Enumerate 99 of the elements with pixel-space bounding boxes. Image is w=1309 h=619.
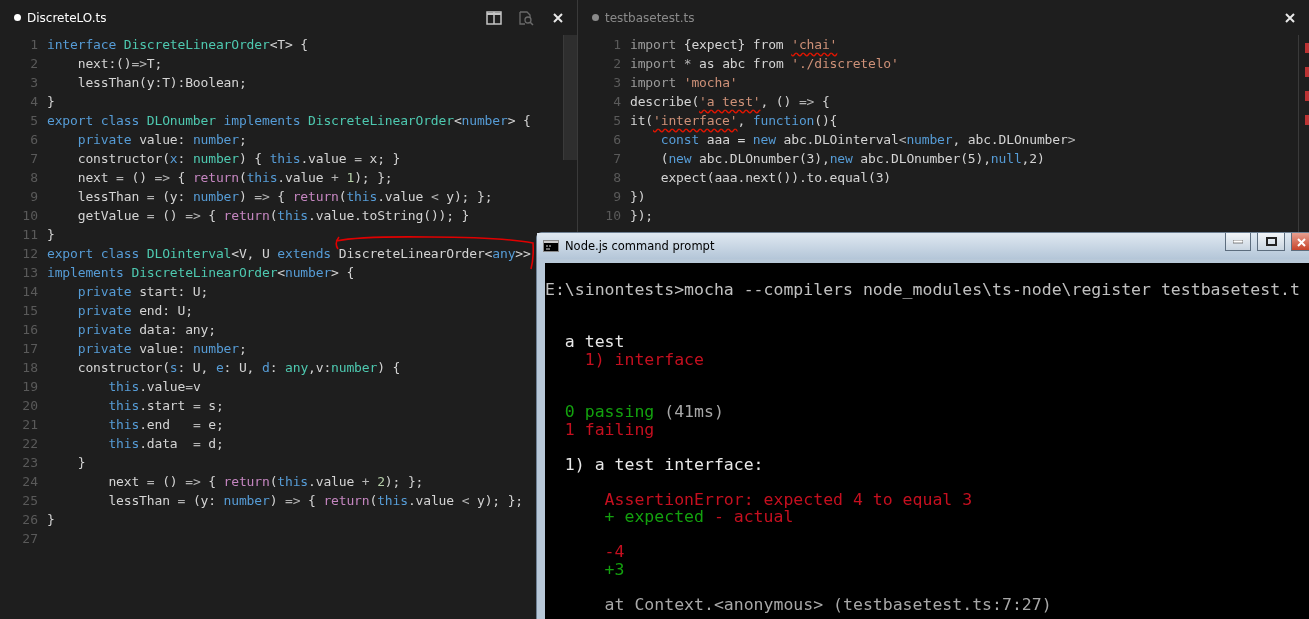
console-text: 1 failing — [563, 420, 655, 438]
console-text: 0 passing — [563, 403, 655, 421]
line-number: 6 — [29, 132, 39, 147]
code-line: constructor(s: U, e: U, d: any,v:number) { — [76, 360, 401, 375]
maximize-icon — [1265, 237, 1277, 246]
line-number: 27 — [21, 531, 39, 546]
code-line: export class DLOinterval<V, U extends DiscreteLinearOrder<any>> — [47, 246, 531, 261]
line-number: 19 — [21, 379, 39, 394]
code-line: next = () => { return(this.value + 1); }; — [76, 170, 393, 185]
console-text: a test — [563, 333, 625, 351]
code-line: lessThan = (y: number) => { return(this.value < y); }; — [107, 493, 524, 508]
code-line: private start: U; — [76, 284, 209, 299]
code-line: import {expect} from 'chai' — [630, 37, 838, 52]
code-line: export class DLOnumber implements DiscreteLinearOrder<number> { — [47, 113, 531, 128]
window-title: Node.js command prompt — [565, 239, 716, 253]
console-text: at Context.<anonymous> (testbasetest.ts:7:27) — [603, 595, 1052, 613]
line-number: 2 — [29, 56, 39, 71]
code-line: } — [47, 94, 55, 109]
code-line: private value: number; — [76, 341, 247, 356]
line-number: 21 — [21, 417, 39, 432]
code-line: describe('a test', () => { — [630, 94, 830, 109]
code-line: import * as abc from './discretelo' — [630, 56, 899, 71]
line-number: 1 — [612, 37, 622, 52]
code-line: getValue = () => { return(this.value.toString()); } — [76, 208, 470, 223]
code-line: } — [47, 512, 55, 527]
line-number: 9 — [29, 189, 39, 204]
line-number: 10 — [21, 208, 39, 223]
console-text: + expected — [603, 508, 704, 526]
line-number: 24 — [21, 474, 39, 489]
minimize-icon — [1233, 239, 1243, 244]
line-number: 26 — [21, 512, 39, 527]
close-icon — [1295, 236, 1306, 247]
tab-title[interactable]: testbasetest.ts — [605, 10, 1267, 25]
code-line: private end: U; — [76, 303, 193, 318]
line-number: 3 — [612, 75, 622, 90]
line-number: 22 — [21, 436, 39, 451]
code-line: expect(aaa.next()).to.equal(3) — [659, 170, 891, 185]
line-number: 11 — [21, 227, 39, 242]
code-line: this.value=v — [107, 379, 201, 394]
console-text: E:\sinontests>mocha --compilers node_modules\ts-node\register testbasetest.t — [545, 280, 1300, 298]
console-text: 1) interface — [583, 350, 704, 368]
console-text: - actual — [712, 508, 794, 526]
line-number: 14 — [21, 284, 39, 299]
console-text: 1) a test interface: — [563, 455, 764, 473]
console-text: (41ms) — [663, 403, 724, 421]
line-number: 12 — [21, 246, 39, 261]
line-number: 1 — [29, 37, 39, 52]
code-line: next:()=>T; — [76, 56, 163, 71]
code-line: interface DiscreteLinearOrder<T> { — [47, 37, 309, 52]
line-number: 10 — [604, 208, 622, 223]
tab-title[interactable]: DiscreteLO.ts — [27, 10, 471, 25]
split-editor-icon[interactable] — [485, 8, 503, 27]
line-number: 7 — [29, 151, 39, 166]
code-line: this.start = s; — [107, 398, 224, 413]
code-line: const aaa = new abc.DLOinterval<number, abc.DLOnumber> — [659, 132, 1076, 147]
code-line: }); — [630, 208, 654, 223]
line-number: 15 — [21, 303, 39, 318]
line-number: 20 — [21, 398, 39, 413]
line-number: 4 — [612, 94, 622, 109]
line-number: 7 — [612, 151, 622, 166]
code-line: lessThan(y:T):Boolean; — [76, 75, 247, 90]
line-number: 23 — [21, 455, 39, 470]
line-number: 8 — [29, 170, 39, 185]
document-search-icon[interactable] — [517, 8, 535, 27]
line-number: 16 — [21, 322, 39, 337]
code-line: import 'mocha' — [630, 75, 738, 90]
minimize-button[interactable] — [1225, 233, 1251, 251]
line-number: 4 — [29, 94, 39, 109]
code-line: it('interface', function(){ — [630, 113, 838, 128]
code-line: lessThan = (y: number) => { return(this.value < y); }; — [76, 189, 493, 204]
line-number: 3 — [29, 75, 39, 90]
console-icon — [543, 240, 559, 252]
line-number: 17 — [21, 341, 39, 356]
console-text: AssertionError: expected 4 to equal 3 — [603, 490, 973, 508]
code-line: this.end = e; — [107, 417, 224, 432]
code-line: implements DiscreteLinearOrder<number> { — [47, 265, 355, 280]
code-line: constructor(x: number) { this.value = x; } — [76, 151, 401, 166]
line-number: 8 — [612, 170, 622, 185]
line-number: 13 — [21, 265, 39, 280]
maximize-button[interactable] — [1257, 233, 1285, 251]
line-number: 5 — [612, 113, 622, 128]
console-text: -4 — [603, 543, 625, 561]
close-button[interactable] — [1291, 233, 1309, 251]
line-number: 2 — [612, 56, 622, 71]
line-number: 25 — [21, 493, 39, 508]
code-line: private value: number; — [76, 132, 247, 147]
line-number: 9 — [612, 189, 622, 204]
code-line: }) — [630, 189, 646, 204]
code-line: next = () => { return(this.value + 2); }; — [107, 474, 424, 489]
code-line: private data: any; — [76, 322, 216, 337]
line-number: 18 — [21, 360, 39, 375]
code-line: } — [76, 455, 86, 470]
code-line: (new abc.DLOnumber(3),new abc.DLOnumber(5),null,2) — [659, 151, 1045, 166]
code-line: } — [47, 227, 55, 242]
scrollbar-thumb[interactable] — [563, 35, 577, 160]
line-number: 5 — [29, 113, 39, 128]
code-line: this.data = d; — [107, 436, 224, 451]
line-number: 6 — [612, 132, 622, 147]
console-text: +3 — [603, 560, 625, 578]
